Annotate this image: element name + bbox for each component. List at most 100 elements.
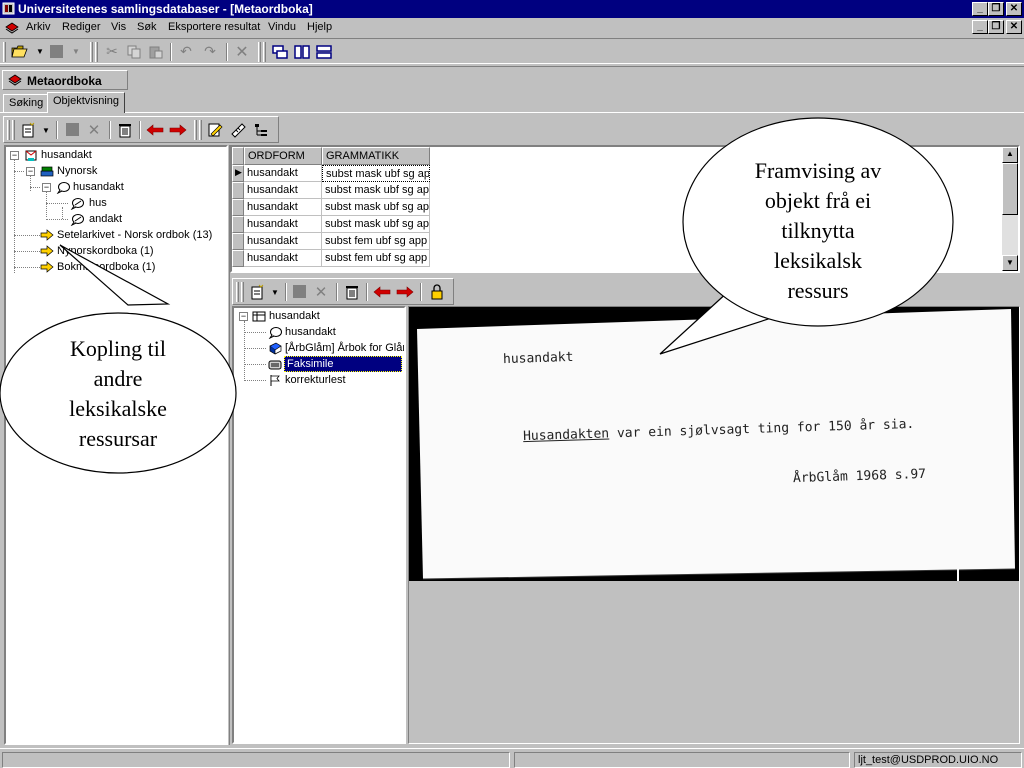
detail-new-button[interactable] — [247, 282, 267, 301]
scroll-up-button[interactable]: ▲ — [1002, 147, 1018, 163]
grid-cell[interactable]: husandakt — [244, 165, 322, 182]
redo-button[interactable]: ↷ — [200, 42, 220, 61]
row-selector[interactable] — [232, 182, 244, 199]
object-tree-root[interactable]: − husandakt — [234, 308, 404, 324]
undo-button[interactable]: ↶ — [176, 42, 196, 61]
tree-item-andakt[interactable]: andakt — [6, 211, 226, 227]
grid-header-grammatikk[interactable]: GRAMMATIKK — [322, 147, 430, 165]
grid-cell[interactable]: subst fem ubf sg app — [322, 233, 430, 250]
new-dropdown-icon[interactable]: ▼ — [42, 126, 50, 135]
restore-button[interactable]: ❐ — [988, 2, 1004, 16]
edit-tool-button[interactable] — [205, 120, 225, 139]
cut-button[interactable]: ✂ — [102, 42, 122, 61]
tree-item-lemma[interactable]: − husandakt — [6, 179, 226, 195]
save-button[interactable] — [46, 42, 66, 61]
grid-scrollbar[interactable]: ▲ ▼ — [1002, 147, 1018, 271]
tree-root-label: husandakt — [41, 149, 92, 161]
close-button[interactable]: ✕ — [1006, 2, 1022, 16]
grid-cell[interactable]: husandakt — [244, 216, 322, 233]
app-icon[interactable] — [2, 2, 15, 15]
child-minimize-button[interactable]: _ — [972, 20, 988, 34]
minimize-button[interactable]: _ — [972, 2, 988, 16]
object-tree-item-label-selected: Faksimile — [284, 356, 402, 372]
scroll-thumb[interactable] — [1002, 163, 1018, 215]
grid-cell[interactable]: subst mask ubf sg ap — [322, 199, 430, 216]
copy-button[interactable] — [124, 42, 144, 61]
grid-cell[interactable]: subst mask ubf sg ap — [322, 216, 430, 233]
row-selector[interactable] — [232, 199, 244, 216]
open-dropdown-icon[interactable]: ▼ — [36, 47, 44, 56]
grid-header-ordform[interactable]: ORDFORM — [244, 147, 322, 165]
menu-hjelp[interactable]: Hjelp — [307, 21, 332, 33]
delete-button[interactable]: ✕ — [232, 42, 252, 61]
child-window-icon[interactable] — [4, 21, 20, 35]
grid-cell[interactable]: subst fem ubf sg app — [322, 250, 430, 267]
grid-cell[interactable]: husandakt — [244, 233, 322, 250]
object-tree-item-source[interactable]: [ÅrbGlåm] Årbok for Glåm — [234, 340, 404, 356]
trash-button[interactable] — [115, 120, 135, 139]
menu-eksportere[interactable]: Eksportere resultat — [168, 21, 260, 33]
grid-cell[interactable]: husandakt — [244, 199, 322, 216]
menu-sok[interactable]: Søk — [137, 21, 157, 33]
next-button[interactable] — [168, 120, 188, 139]
hierarchy-button[interactable] — [251, 120, 271, 139]
row-selector[interactable] — [232, 233, 244, 250]
detail-next-button[interactable] — [395, 282, 415, 301]
detail-trash-button[interactable] — [342, 282, 362, 301]
object-tree-item-faksimile[interactable]: Faksimile — [234, 356, 404, 372]
tree-item-label: Nynorskordboka (1) — [57, 245, 154, 257]
grid-cell[interactable]: subst mask ubf sg ap — [322, 165, 430, 182]
menu-rediger[interactable]: Rediger — [62, 21, 101, 33]
facsimile-view[interactable]: husandakt Husandakten var ein sjølvsagt … — [408, 306, 1020, 744]
delete-x-icon: ✕ — [235, 43, 249, 61]
tile-vertical-button[interactable] — [292, 42, 312, 61]
remove-button[interactable]: ✕ — [84, 120, 104, 139]
row-selector[interactable] — [232, 250, 244, 267]
detail-remove-button[interactable]: ✕ — [311, 282, 331, 301]
detail-previous-button[interactable] — [372, 282, 392, 301]
open-button[interactable] — [10, 42, 30, 61]
row-selector[interactable] — [232, 216, 244, 233]
tree-root[interactable]: − husandakt — [6, 147, 226, 163]
tile-horizontal-button[interactable] — [314, 42, 334, 61]
object-tree-item-korrekturlest[interactable]: korrekturlest — [234, 372, 404, 388]
tree-item-nynorsk[interactable]: − Nynorsk — [6, 163, 226, 179]
child-close-button[interactable]: ✕ — [1006, 20, 1022, 34]
callout-line: ressursar — [78, 426, 158, 451]
callout-line: andre — [93, 366, 143, 391]
object-tree-pane[interactable]: − husandakt husandakt [ÅrbGlåm] Årbok fo… — [232, 306, 406, 744]
cascade-button[interactable] — [270, 42, 290, 61]
tab-soking[interactable]: Søking — [3, 94, 50, 112]
trash-icon — [119, 123, 131, 137]
row-selector[interactable]: ▶ — [232, 165, 244, 182]
tab-panel-edge — [0, 112, 1024, 113]
scroll-down-button[interactable]: ▼ — [1002, 255, 1018, 271]
menu-vindu[interactable]: Vindu — [268, 21, 296, 33]
vertical-splitter[interactable] — [229, 145, 230, 745]
facsimile-headword: husandakt — [502, 349, 574, 368]
menu-arkiv[interactable]: Arkiv — [26, 21, 50, 33]
save-dropdown-icon[interactable]: ▼ — [72, 47, 80, 56]
tree-item-nynorskordboka[interactable]: Nynorskordboka (1) — [6, 243, 226, 259]
grid-cell[interactable]: subst mask ubf sg ap — [322, 182, 430, 199]
properties-button[interactable] — [228, 120, 248, 139]
previous-button[interactable] — [145, 120, 165, 139]
child-window-title: Metaordboka — [27, 74, 102, 88]
remove-x-icon: ✕ — [314, 283, 328, 301]
child-restore-button[interactable]: ❐ — [988, 20, 1004, 34]
grid-cell[interactable]: husandakt — [244, 250, 322, 267]
tree-item-hus[interactable]: hus — [6, 195, 226, 211]
paste-button[interactable] — [146, 42, 166, 61]
detail-new-dropdown-icon[interactable]: ▼ — [271, 288, 279, 297]
lock-button[interactable] — [427, 282, 447, 301]
new-object-button[interactable] — [18, 120, 38, 139]
menu-vis[interactable]: Vis — [111, 21, 126, 33]
tree-item-bokmalsordboka[interactable]: Bokmålsordboka (1) — [6, 259, 226, 275]
grid-cell[interactable]: husandakt — [244, 182, 322, 199]
stop-button[interactable] — [62, 120, 82, 139]
detail-stop-button[interactable] — [289, 282, 309, 301]
object-tree-item-lemma[interactable]: husandakt — [234, 324, 404, 340]
child-window-caption[interactable]: Metaordboka — [2, 70, 128, 90]
tab-objektvisning[interactable]: Objektvisning — [47, 92, 126, 113]
tree-item-setelarkivet[interactable]: Setelarkivet - Norsk ordbok (13) — [6, 227, 226, 243]
